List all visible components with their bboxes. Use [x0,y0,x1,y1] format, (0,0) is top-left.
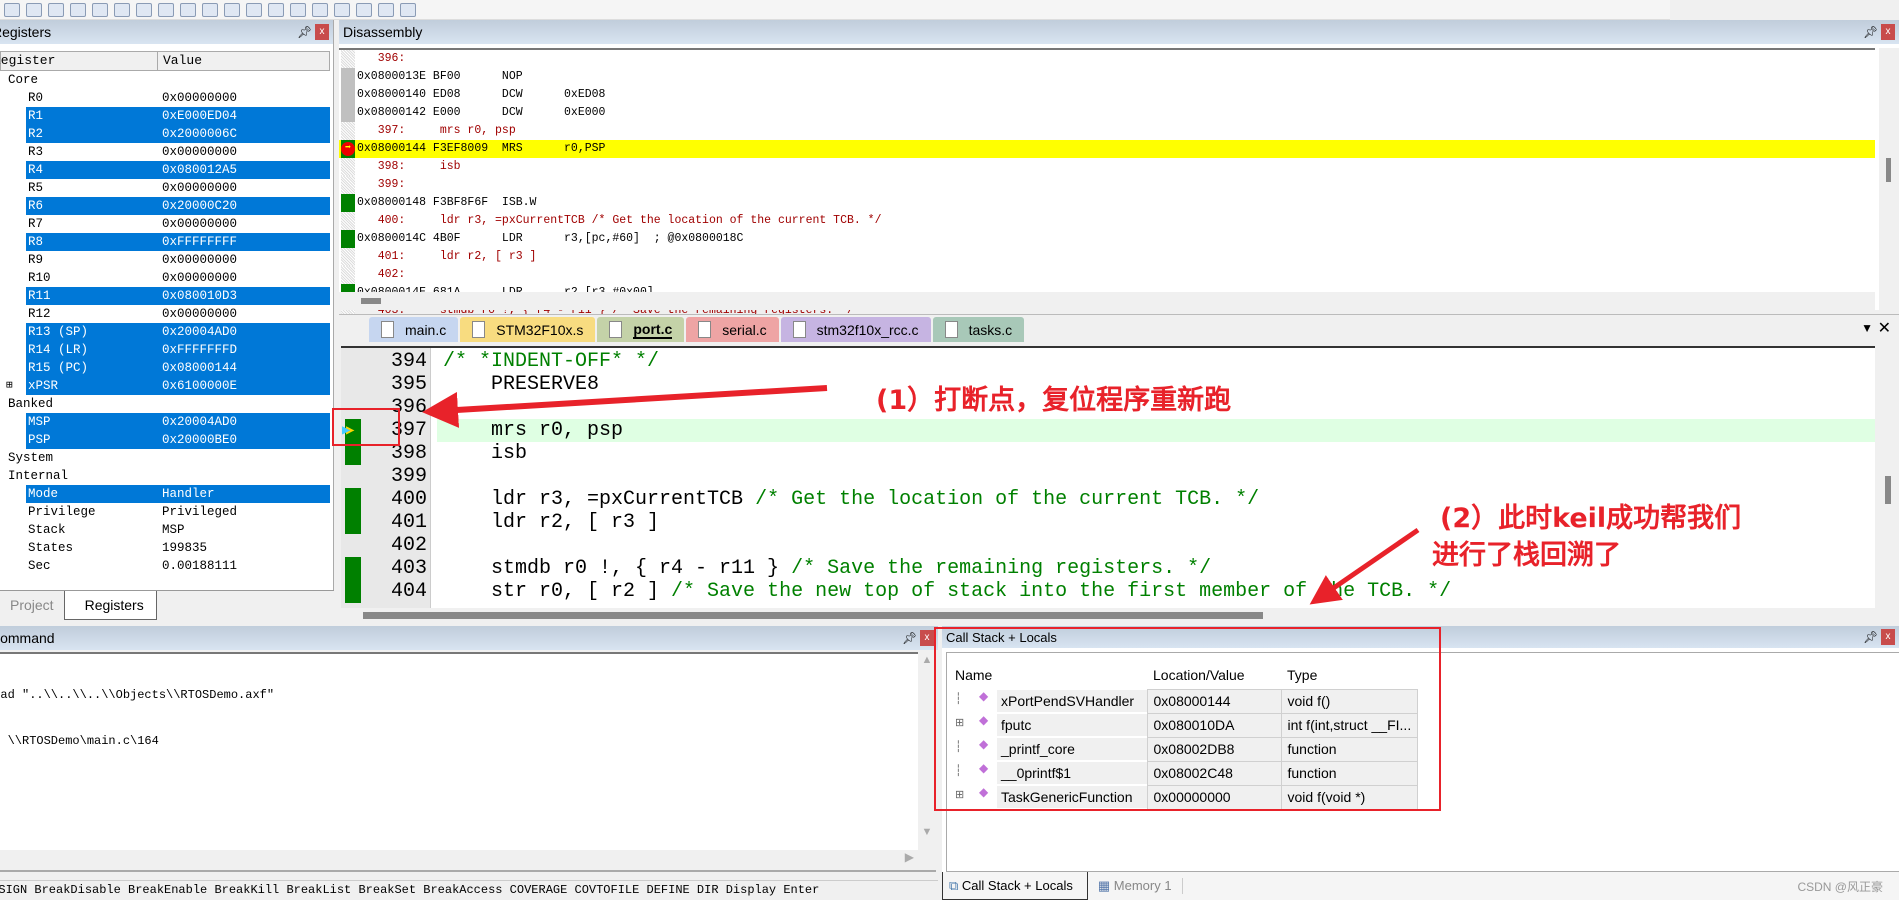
annotation-note-2-line-1: (2）此时keil成功帮我们 [1440,503,1742,534]
arrow-to-breakpoint [422,385,828,428]
annotation-arrows [422,385,1420,605]
annotation-note-2-line-2: 进行了栈回溯了 [1432,540,1621,571]
arrow-to-callstack [1309,527,1420,605]
annotation-note-1: (1）打断点，复位程序重新跑 [876,385,1232,416]
